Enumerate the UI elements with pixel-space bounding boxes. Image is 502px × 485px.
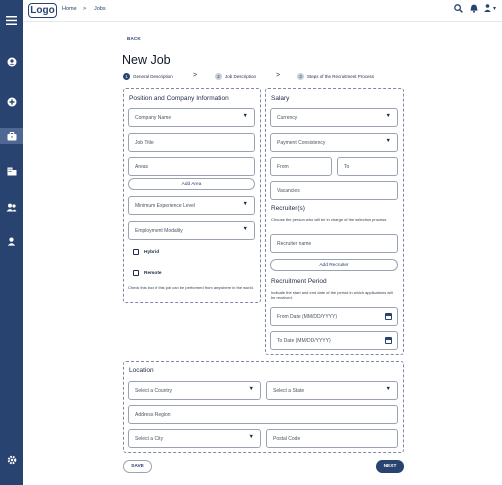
chevron-down-icon: ▼ (242, 113, 248, 119)
remote-checkbox[interactable] (133, 270, 139, 276)
step-2-label[interactable]: Job Description (225, 74, 256, 79)
building-icon[interactable] (0, 163, 23, 179)
position-section-title: Position and Company Information (129, 95, 229, 102)
top-bar: Logo Home > Jobs ▾ (23, 0, 502, 22)
chevron-down-icon: ▼ (385, 113, 391, 119)
areas-input[interactable]: Areas (128, 157, 255, 176)
step-arrow-1: > (193, 72, 198, 79)
employment-modality-select[interactable]: Employment Modality ▼ (128, 221, 255, 240)
step-arrow-2: > (276, 72, 281, 79)
hybrid-checkbox[interactable] (133, 249, 139, 255)
search-icon[interactable] (454, 4, 463, 16)
breadcrumb-separator: > (83, 6, 87, 12)
currency-select[interactable]: Currency ▼ (270, 108, 398, 127)
from-date-input[interactable]: From Date (MM/DD/YYYY) (270, 307, 398, 326)
period-section-title: Recruitment Period (271, 278, 327, 285)
page-title: New Job (122, 53, 171, 67)
recruiters-section-title: Recruiter(s) (271, 205, 305, 212)
chevron-down-icon: ▼ (248, 434, 254, 440)
salary-to-input[interactable]: To (337, 157, 398, 176)
min-experience-select[interactable]: Minimum Experience Level ▼ (128, 196, 255, 215)
salary-from-input[interactable]: From (270, 157, 332, 176)
remote-hint: Check this box if this job can be perfor… (128, 285, 254, 290)
calendar-icon[interactable] (385, 313, 392, 320)
add-recruiter-button[interactable]: Add Recruiter (270, 259, 398, 271)
logo[interactable]: Logo (28, 3, 57, 18)
payment-consistency-select[interactable]: Payment Consistency ▼ (270, 133, 398, 152)
postal-code-input[interactable]: Postal Code (266, 429, 398, 448)
user-circle-icon[interactable] (0, 54, 23, 70)
address-region-input[interactable]: Address Region (128, 405, 398, 424)
user-menu-caret-icon[interactable]: ▾ (493, 5, 496, 12)
city-select[interactable]: Select a City ▼ (128, 429, 261, 448)
menu-icon[interactable] (0, 12, 23, 28)
vacancies-input[interactable]: Vacancies (270, 181, 398, 200)
sidebar (0, 0, 23, 485)
step-3-number[interactable]: 3 (297, 73, 304, 80)
chevron-down-icon: ▼ (385, 386, 391, 392)
step-1-label[interactable]: General Description (133, 74, 173, 79)
period-hint: Indicate the start and end date of the p… (271, 290, 393, 300)
recruiters-hint: Choose the person who will be in charge … (271, 217, 388, 222)
state-select[interactable]: Select a State ▼ (266, 381, 398, 400)
recruiter-name-input[interactable]: Recruiter name (270, 234, 398, 253)
company-name-select[interactable]: Company Name ▼ (128, 108, 255, 127)
to-date-input[interactable]: To Date (MM/DD/YYYY) (270, 331, 398, 350)
briefcase-icon[interactable] (0, 128, 23, 144)
location-section-title: Location (129, 367, 154, 374)
person-icon[interactable] (0, 233, 23, 249)
salary-section-title: Salary (271, 95, 290, 102)
user-icon[interactable] (484, 4, 491, 15)
job-title-input[interactable]: Job Title (128, 133, 255, 152)
plus-circle-icon[interactable] (0, 94, 23, 110)
users-icon[interactable] (0, 199, 23, 215)
chevron-down-icon: ▼ (242, 201, 248, 207)
country-select[interactable]: Select a Country ▼ (128, 381, 261, 400)
add-area-button[interactable]: Add Area (128, 178, 255, 190)
calendar-icon[interactable] (385, 337, 392, 344)
step-3-label[interactable]: Steps of the Recruitment Process (307, 74, 374, 79)
back-link[interactable]: BACK (127, 36, 141, 41)
breadcrumb-home[interactable]: Home (62, 6, 77, 12)
bell-icon[interactable] (470, 4, 478, 16)
chevron-down-icon: ▼ (385, 138, 391, 144)
chevron-down-icon: ▼ (248, 386, 254, 392)
chevron-down-icon: ▼ (242, 226, 248, 232)
breadcrumb-current[interactable]: Jobs (94, 6, 106, 12)
gear-icon[interactable] (0, 452, 23, 468)
step-2-number[interactable]: 2 (215, 73, 222, 80)
hybrid-label: Hybrid (144, 250, 160, 255)
remote-label: Remote (144, 271, 162, 276)
step-1-number[interactable]: 1 (123, 73, 130, 80)
next-button[interactable]: NEXT (376, 460, 404, 473)
save-button[interactable]: SAVE (123, 460, 152, 473)
